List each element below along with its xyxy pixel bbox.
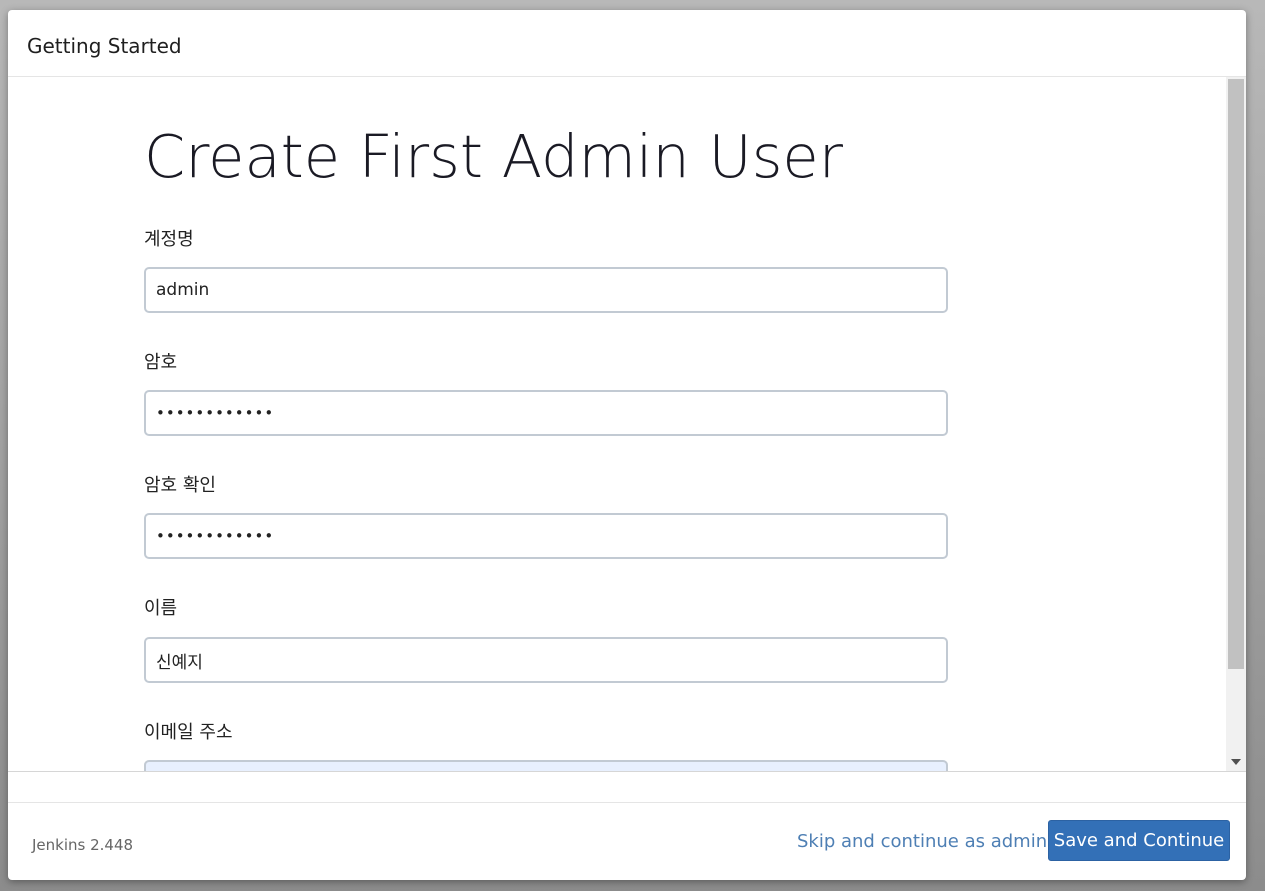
fullname-label: 이름 xyxy=(144,598,178,619)
password-confirm-input[interactable] xyxy=(144,513,948,559)
fullname-input[interactable] xyxy=(144,637,948,683)
username-input[interactable] xyxy=(144,267,948,313)
email-input[interactable] xyxy=(144,760,948,771)
dialog-title: Getting Started xyxy=(27,34,182,58)
skip-and-continue-link[interactable]: Skip and continue as admin xyxy=(797,831,1047,853)
scrollbar-thumb[interactable] xyxy=(1228,79,1244,669)
password-input[interactable] xyxy=(144,390,948,436)
username-label: 계정명 xyxy=(144,229,194,250)
email-label: 이메일 주소 xyxy=(144,722,233,743)
version-label: Jenkins 2.448 xyxy=(32,836,134,854)
save-and-continue-button[interactable]: Save and Continue xyxy=(1048,820,1230,861)
dialog-header: Getting Started xyxy=(8,10,1246,77)
password-confirm-label: 암호 확인 xyxy=(144,475,216,496)
dialog-footer: Jenkins 2.448 Skip and continue as admin… xyxy=(8,802,1246,880)
password-label: 암호 xyxy=(144,352,178,373)
setup-wizard-dialog: Getting Started Create First Admin User … xyxy=(8,10,1246,880)
page-title: Create First Admin User xyxy=(144,122,843,191)
scroll-down-arrow-icon[interactable] xyxy=(1231,759,1241,765)
dialog-body[interactable]: Create First Admin User 계정명 암호 암호 확인 이름 … xyxy=(8,77,1246,772)
vertical-scrollbar[interactable] xyxy=(1226,77,1246,771)
